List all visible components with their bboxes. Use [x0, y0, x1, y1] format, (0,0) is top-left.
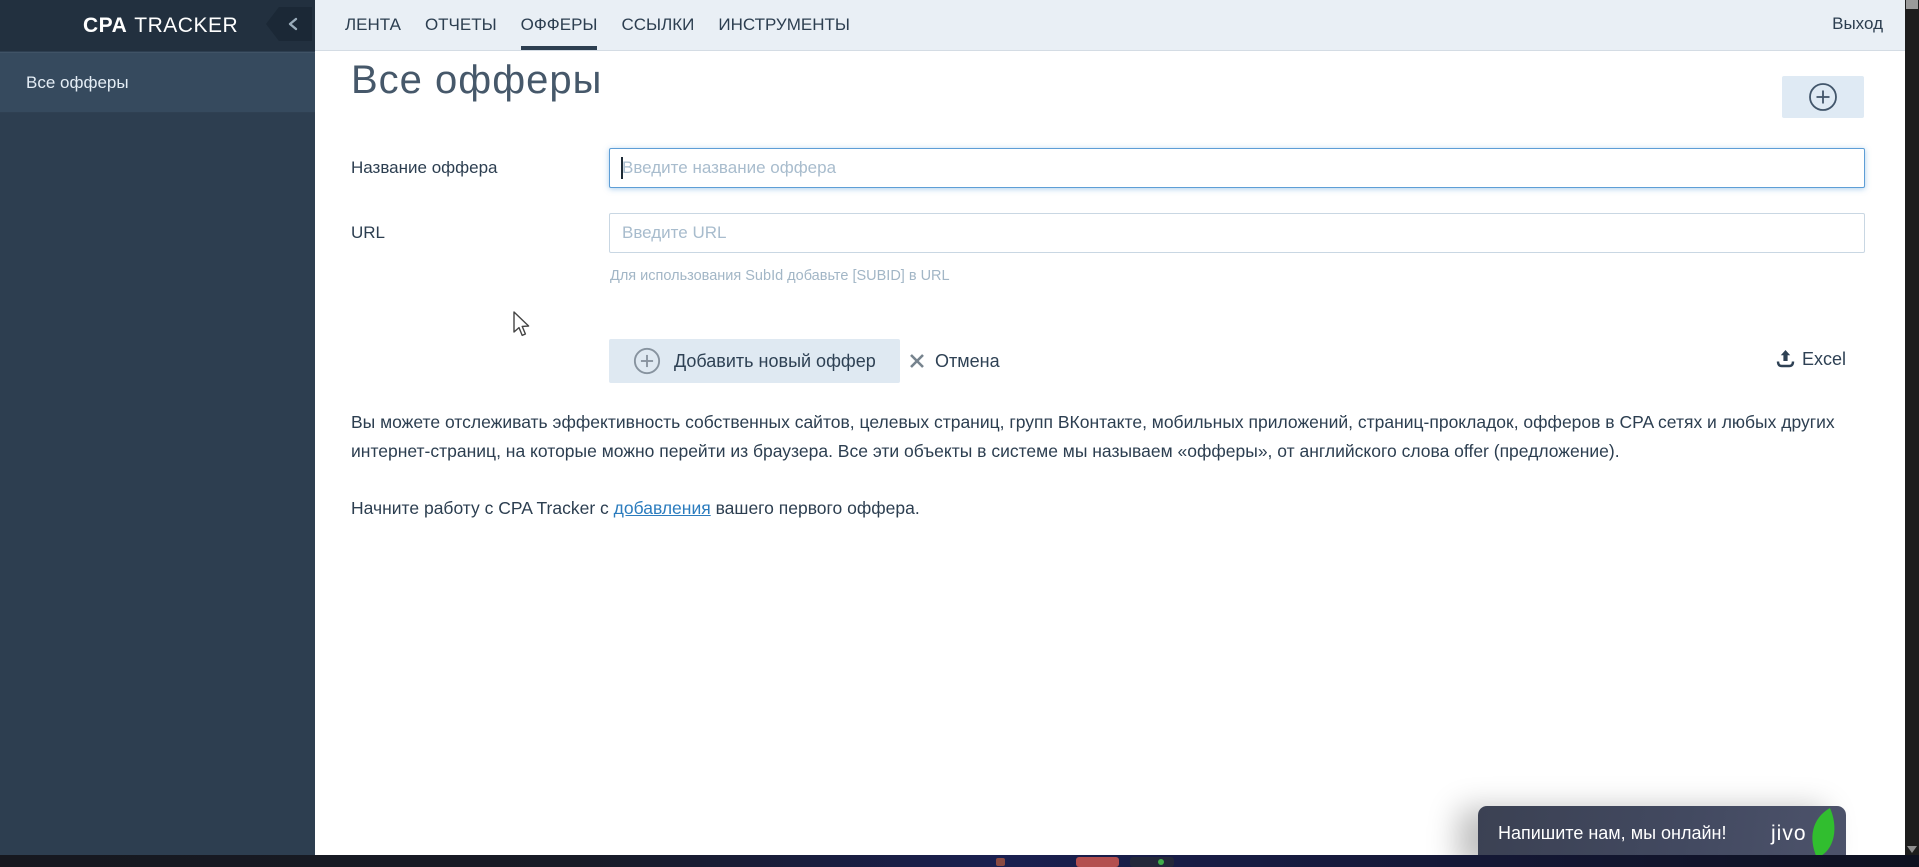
sidebar-collapse-button[interactable] — [266, 7, 312, 41]
brand-bold: CPA — [83, 13, 128, 37]
tab-offery[interactable]: ОФФЕРЫ — [520, 0, 598, 50]
taskbar-red-item[interactable] — [1076, 857, 1119, 867]
os-taskbar-sliver — [0, 855, 1919, 867]
url-label: URL — [351, 223, 386, 242]
cancel-button[interactable]: Отмена — [909, 339, 1000, 383]
tab-ssylki[interactable]: ССЫЛКИ — [621, 0, 694, 50]
getting-started-paragraph: Начните работу с CPA Tracker с добавлени… — [351, 494, 1856, 523]
logout-link[interactable]: Выход — [1832, 0, 1883, 47]
brand-rest: TRACKER — [134, 13, 239, 37]
x-icon — [910, 354, 924, 368]
p2-suffix: вашего первого оффера. — [710, 498, 920, 518]
add-new-offer-label: Добавить новый оффер — [674, 350, 876, 371]
p2-prefix: Начните работу с CPA Tracker с — [351, 498, 614, 518]
circle-plus-icon — [633, 347, 661, 375]
sidebar-item-all-offers[interactable]: Все офферы — [0, 52, 315, 113]
chat-message: Напишите нам, мы онлайн! — [1498, 823, 1727, 843]
leaf-icon — [1812, 808, 1835, 858]
circle-plus-icon — [1809, 83, 1837, 111]
scrollbar-thumb[interactable] — [1906, 0, 1918, 9]
page-title: Все офферы — [351, 58, 603, 102]
brand-logo: CPA TRACKER — [0, 0, 315, 51]
sidebar-item-label: Все офферы — [26, 72, 129, 92]
taskbar-gray-item[interactable] — [1130, 857, 1174, 867]
excel-label: Excel — [1802, 348, 1847, 369]
vertical-scrollbar[interactable] — [1905, 0, 1919, 867]
tab-instrumenty[interactable]: ИНСТРУМЕНТЫ — [718, 0, 850, 50]
subid-hint: Для использования SubId добавьте [SUBID]… — [610, 268, 950, 284]
taskbar-icon[interactable] — [996, 858, 1005, 866]
url-field-wrap — [609, 213, 1865, 253]
jivo-logo: jivo — [1771, 821, 1807, 845]
sidebar: CPA TRACKER Все офферы — [0, 0, 315, 856]
add-offer-top-button[interactable] — [1782, 76, 1864, 118]
chevron-left-icon — [288, 17, 298, 31]
upload-icon — [1776, 350, 1795, 368]
offer-name-label: Название оффера — [351, 158, 498, 177]
add-new-offer-button[interactable]: Добавить новый оффер — [609, 339, 900, 383]
description-paragraph: Вы можете отслеживать эффективность собс… — [351, 412, 1835, 461]
status-dot — [1158, 859, 1164, 865]
offer-name-field-wrap — [609, 148, 1865, 188]
scrollbar-down-arrow-icon[interactable] — [1907, 846, 1917, 853]
mouse-cursor — [513, 311, 530, 337]
offer-name-input[interactable] — [609, 148, 1865, 188]
excel-export-button[interactable]: Excel — [1776, 346, 1846, 372]
url-input[interactable] — [609, 213, 1865, 253]
tab-otchety[interactable]: ОТЧЕТЫ — [425, 0, 497, 50]
tab-lenta[interactable]: ЛЕНТА — [345, 0, 401, 50]
cancel-label: Отмена — [935, 350, 1000, 371]
add-offer-link[interactable]: добавления — [614, 498, 711, 518]
top-navigation: ЛЕНТА ОТЧЕТЫ ОФФЕРЫ ССЫЛКИ ИНСТРУМЕНТЫ В… — [315, 0, 1905, 51]
text-caret — [621, 157, 623, 179]
